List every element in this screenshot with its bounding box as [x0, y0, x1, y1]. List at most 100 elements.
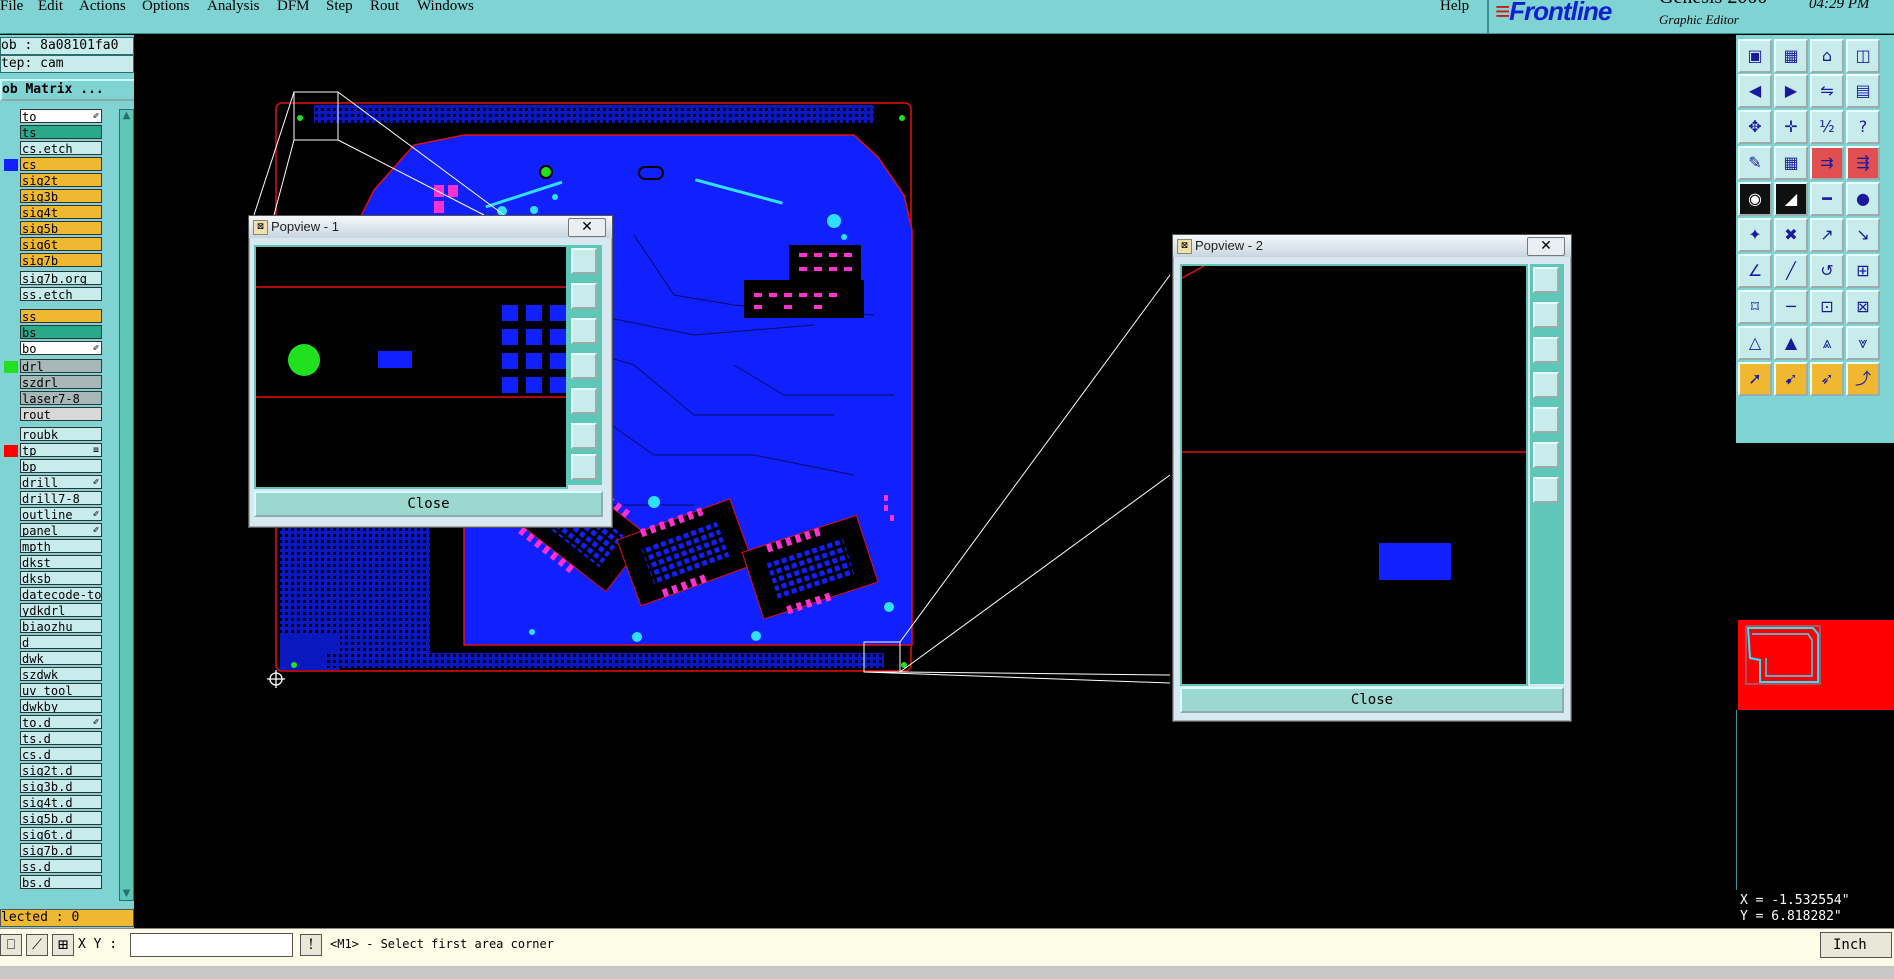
layer-row[interactable]: sig3b.d	[0, 779, 105, 793]
layer-row[interactable]: drill7-8	[0, 491, 105, 505]
layer-color-swatch[interactable]	[4, 255, 18, 267]
line-icon[interactable]: ◢	[1774, 182, 1808, 216]
layer-row[interactable]: sig5b	[0, 221, 105, 235]
layer-row[interactable]: sig4t	[0, 205, 105, 219]
menu-edit[interactable]: Edit	[38, 0, 63, 15]
layer-color-swatch[interactable]	[4, 127, 18, 139]
layer-row[interactable]: outline ✐	[0, 507, 105, 521]
layer-name[interactable]: roubk	[20, 427, 102, 441]
angle-icon[interactable]: ∠	[1738, 254, 1772, 288]
triangle3-icon[interactable]: ⩓	[1810, 326, 1844, 360]
pan-right-icon[interactable]	[1533, 407, 1559, 433]
shape-icon[interactable]: ⊞	[1846, 254, 1880, 288]
step-icon[interactable]: ⇉	[1810, 146, 1844, 180]
layer-color-swatch[interactable]	[4, 175, 18, 187]
layer-row[interactable]: laser7-8	[0, 391, 105, 405]
help-icon[interactable]: ?	[1846, 110, 1880, 144]
menu-windows[interactable]: Windows	[417, 0, 474, 15]
units-button[interactable]: Inch	[1820, 932, 1892, 958]
pad-icon[interactable]: ◉	[1738, 182, 1772, 216]
open-icon[interactable]: ▣	[1738, 39, 1772, 73]
layer-name[interactable]: dkst	[20, 555, 102, 569]
scroll-up-icon[interactable]: ▲	[120, 110, 133, 122]
layer-color-swatch[interactable]	[4, 493, 18, 505]
layer-name[interactable]: cs.d	[20, 747, 102, 761]
layer-name[interactable]: ts.d	[20, 731, 102, 745]
dash-icon[interactable]: ━	[1810, 182, 1844, 216]
hline-icon[interactable]: ─	[1774, 290, 1808, 324]
layer-row[interactable]: to ✐	[0, 109, 105, 123]
popview-1-close-x-button[interactable]: ✕	[568, 218, 606, 237]
grid-icon[interactable]: ⊞	[52, 934, 74, 956]
measure-icon[interactable]: ⟋	[26, 934, 48, 956]
layer-color-swatch[interactable]	[4, 429, 18, 441]
layer-row[interactable]: sig5b.d	[0, 811, 105, 825]
layer-color-swatch[interactable]	[4, 159, 18, 171]
layer-color-swatch[interactable]	[4, 877, 18, 889]
zoom-out-icon[interactable]	[571, 454, 597, 480]
snap-icon[interactable]: ⎕	[0, 934, 22, 956]
popview-1-view[interactable]	[254, 245, 568, 489]
xy-input[interactable]	[130, 933, 293, 957]
layer-name[interactable]: ts	[20, 125, 102, 139]
layer-color-swatch[interactable]	[4, 589, 18, 601]
layer-row[interactable]: dkst	[0, 555, 105, 569]
layer-name[interactable]: bs	[20, 325, 102, 339]
layer-row[interactable]: dksb	[0, 571, 105, 585]
layer-name[interactable]: uv_tool	[20, 683, 102, 697]
step2-icon[interactable]: ⇶	[1846, 146, 1880, 180]
triangle2-icon[interactable]: ▲	[1774, 326, 1808, 360]
layer-color-swatch[interactable]	[4, 207, 18, 219]
layer-row[interactable]: ss.etch	[0, 287, 105, 301]
layer-row[interactable]: sig2t	[0, 173, 105, 187]
layer-name[interactable]: ss.etch	[20, 287, 102, 301]
layer-name[interactable]: sig7b.org	[20, 271, 102, 285]
layer-color-swatch[interactable]	[4, 377, 18, 389]
layer-color-swatch[interactable]	[4, 573, 18, 585]
layer-row[interactable]: sig7b.d	[0, 843, 105, 857]
pan-down-icon[interactable]	[571, 318, 597, 344]
layer-color-swatch[interactable]	[4, 239, 18, 251]
layer-name[interactable]: drill ✐	[20, 475, 102, 489]
circle-icon[interactable]: ●	[1846, 182, 1880, 216]
layer-name[interactable]: drl	[20, 359, 102, 373]
layer-color-swatch[interactable]	[4, 445, 18, 457]
save-icon[interactable]: ▦	[1774, 39, 1808, 73]
layer-row[interactable]: ts.d	[0, 731, 105, 745]
cross-icon[interactable]: ✖	[1774, 218, 1808, 252]
layer-name[interactable]: sig2t.d	[20, 763, 102, 777]
layer-name[interactable]: sig3b	[20, 189, 102, 203]
popview-2-view[interactable]	[1180, 264, 1528, 686]
layer-name[interactable]: to.d ✐	[20, 715, 102, 729]
layer-row[interactable]: sig6t	[0, 237, 105, 251]
layer-row[interactable]: dwk	[0, 651, 105, 665]
layer-row[interactable]: cs	[0, 157, 105, 171]
layer-row[interactable]: sig7b	[0, 253, 105, 267]
layer-color-swatch[interactable]	[4, 717, 18, 729]
pan-left-icon[interactable]	[571, 353, 597, 379]
layer-row[interactable]: cs.d	[0, 747, 105, 761]
pan-up-icon[interactable]	[1533, 302, 1559, 328]
layer-row[interactable]: ydkdrl	[0, 603, 105, 617]
menu-analysis[interactable]: Analysis	[207, 0, 260, 15]
layer-name[interactable]: panel ✐	[20, 523, 102, 537]
layers-icon[interactable]: ▤	[1846, 74, 1880, 108]
layer-color-swatch[interactable]	[4, 621, 18, 633]
layer-name[interactable]: ss.d	[20, 859, 102, 873]
layer-color-swatch[interactable]	[4, 637, 18, 649]
layer-row[interactable]: dwkby	[0, 699, 105, 713]
move-icon[interactable]: ↗	[1810, 218, 1844, 252]
menu-rout[interactable]: Rout	[370, 0, 399, 15]
layer-color-swatch[interactable]	[4, 701, 18, 713]
overview-map[interactable]	[1738, 620, 1894, 710]
right-icon[interactable]: ▶	[1774, 74, 1808, 108]
fit-icon[interactable]: ✥	[1738, 110, 1772, 144]
layer-name[interactable]: sig4t	[20, 205, 102, 219]
layer-row[interactable]: to.d ✐	[0, 715, 105, 729]
menu-file[interactable]: File	[0, 0, 23, 15]
layer-row[interactable]: cs.etch	[0, 141, 105, 155]
popview-2-close-x-button[interactable]: ✕	[1527, 237, 1565, 256]
layer-color-swatch[interactable]	[4, 765, 18, 777]
layer-row[interactable]: tp ≡	[0, 443, 105, 457]
layer-name[interactable]: datecode-to	[20, 587, 102, 601]
